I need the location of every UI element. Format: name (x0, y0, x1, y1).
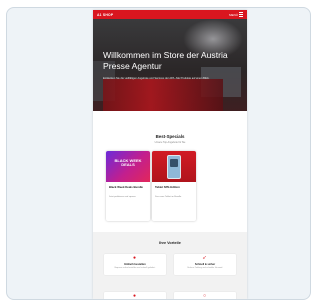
hamburger-icon (239, 12, 243, 17)
advantages-heading: Ihre Vorteile (159, 241, 181, 245)
advantage-description: Bequem online bestellen und schnell geli… (114, 267, 156, 269)
top-navigation-bar: A1 SHOP MENÜ (93, 10, 247, 19)
carousel-dot[interactable] (171, 127, 173, 129)
advantage-description: Sichere Zahlung und schneller Versand. (187, 267, 223, 269)
promo-image-text: BLACK WEEK DEALS (114, 158, 142, 168)
hero-background-counter (103, 79, 223, 111)
carousel-dot[interactable] (167, 127, 169, 129)
star-icon: ○ (202, 293, 207, 299)
special-card-title: Black Week Deals Bundle (109, 185, 143, 189)
special-card-image (152, 151, 196, 182)
preview-frame: A1 SHOP MENÜ Willkommen im Store der Aus… (6, 7, 311, 300)
hero-banner: Willkommen im Store der Austria Presse A… (93, 19, 247, 111)
website-preview: A1 SHOP MENÜ Willkommen im Store der Aus… (93, 10, 247, 299)
advantage-card: ➶ Schnell & sicher Sichere Zahlung und s… (174, 254, 236, 275)
menu-button[interactable]: MENÜ (229, 12, 243, 17)
specials-subheading: Unsere Top-Angebote für Sie (154, 141, 186, 144)
advantage-label: Schnell & sicher (194, 263, 216, 266)
site-logo[interactable]: A1 SHOP (97, 13, 113, 17)
carousel-indicator[interactable] (167, 127, 173, 129)
special-card[interactable]: Tablet SPE-Edition Das neue Tablet im Bu… (152, 151, 196, 221)
special-card-description: Jetzt profitieren und sparen. (109, 196, 137, 198)
advantage-label: Einfach bestellen (124, 263, 146, 266)
hero-subtitle: Entdecken Sie die vielfältigen Angebote … (103, 77, 210, 80)
shopping-icon: ● (132, 255, 137, 261)
tablet-image (167, 155, 181, 179)
advantage-card: ● (104, 292, 166, 299)
special-card-description: Das neue Tablet im Bundle. (155, 196, 182, 198)
special-card[interactable]: BLACK WEEK DEALS Black Week Deals Bundle… (106, 151, 150, 221)
advantage-card: ○ (174, 292, 236, 299)
special-card-title: Tablet SPE-Edition (155, 185, 180, 189)
special-card-image: BLACK WEEK DEALS (106, 151, 150, 182)
pin-icon: ● (132, 293, 137, 299)
hero-title: Willkommen im Store der Austria Presse A… (103, 50, 228, 71)
specials-heading: Best-Specials (155, 134, 185, 139)
menu-label: MENÜ (229, 12, 238, 17)
rocket-icon: ➶ (202, 255, 207, 261)
advantage-card: ● Einfach bestellen Bequem online bestel… (104, 254, 166, 275)
